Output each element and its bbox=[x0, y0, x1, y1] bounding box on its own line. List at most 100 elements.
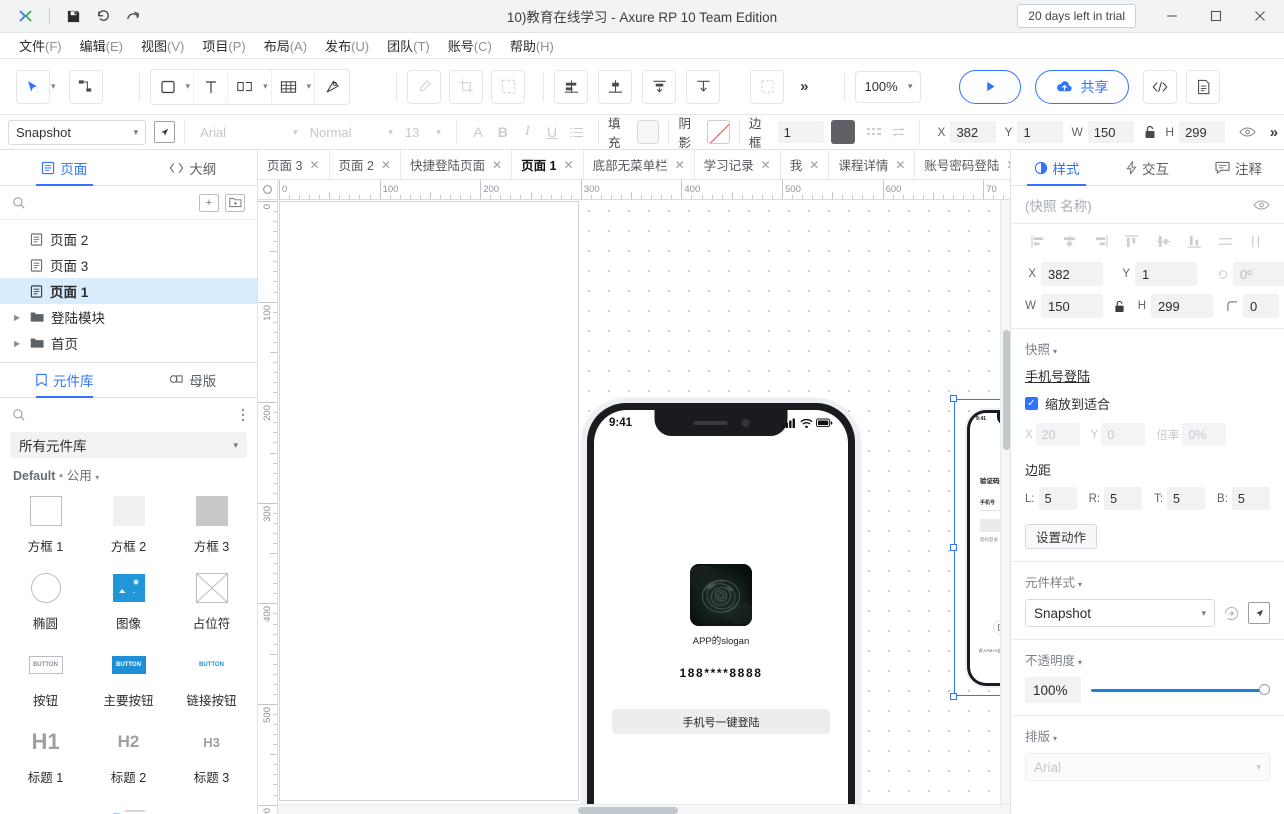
widget-placeholder[interactable]: 占位符 bbox=[170, 567, 253, 636]
undo-icon[interactable] bbox=[89, 4, 117, 28]
tab-masters[interactable]: 母版 bbox=[129, 363, 258, 397]
y-field[interactable]: Y 1 bbox=[1119, 262, 1197, 286]
font-size-select[interactable]: 13 ▾ bbox=[399, 120, 447, 144]
crop-icon[interactable] bbox=[449, 70, 483, 104]
menu-help[interactable]: 帮助(H) bbox=[501, 33, 563, 58]
snapshot-x-input[interactable]: 20 bbox=[1036, 423, 1080, 446]
phone-mockup-large[interactable]: 9:41 bbox=[582, 398, 860, 814]
page-item-2[interactable]: 页面 2 bbox=[0, 226, 257, 252]
select-tool-icon[interactable] bbox=[16, 70, 50, 104]
widget-style-section-title[interactable]: 元件样式▾ bbox=[1025, 572, 1270, 591]
close-icon[interactable]: ✕ bbox=[675, 158, 685, 172]
canvas-tab-me[interactable]: 我✕ bbox=[781, 150, 830, 179]
menu-publish[interactable]: 发布(U) bbox=[316, 33, 378, 58]
library-category[interactable]: Default • 公用 ▾ bbox=[0, 458, 257, 488]
resize-handle-sw[interactable] bbox=[950, 693, 957, 700]
fill-color-swatch[interactable] bbox=[637, 120, 660, 144]
visibility-eye-icon[interactable] bbox=[1235, 120, 1260, 144]
typography-font-select[interactable]: Arial ▾ bbox=[1025, 753, 1270, 781]
canvas-tab-study-record[interactable]: 学习记录✕ bbox=[695, 150, 781, 179]
table-tool-chevron-down-icon[interactable]: ▾ bbox=[307, 81, 312, 92]
widget-label-item[interactable]: Label bbox=[4, 798, 87, 814]
widget-link-button[interactable]: BUTTON 链接按钮 bbox=[170, 644, 253, 713]
align-top-icon[interactable] bbox=[1124, 235, 1139, 248]
w-input[interactable]: 150 bbox=[1088, 121, 1134, 143]
preview-button[interactable] bbox=[959, 70, 1021, 104]
y-input[interactable]: 1 bbox=[1017, 121, 1063, 143]
share-button[interactable]: 共享 bbox=[1035, 70, 1129, 104]
canvas-tab-account-login[interactable]: 账号密码登陆✕ bbox=[915, 150, 1010, 179]
widget-box2[interactable]: 方框 2 bbox=[87, 490, 170, 559]
panel-tool-chevron-down-icon[interactable]: ▾ bbox=[263, 81, 268, 92]
canvas-tab-quick-login[interactable]: 快捷登陆页面✕ bbox=[401, 150, 512, 179]
widget-ellipse[interactable]: 椭圆 bbox=[4, 567, 87, 636]
canvas-vertical-scrollbar[interactable] bbox=[1000, 200, 1010, 814]
border-color-swatch[interactable] bbox=[831, 120, 856, 144]
lock-aspect-icon[interactable] bbox=[1138, 120, 1163, 144]
menu-file[interactable]: 文件(F) bbox=[10, 33, 71, 58]
underline-icon[interactable]: U bbox=[540, 120, 565, 144]
widget-type-select[interactable]: Snapshot ▾ bbox=[8, 120, 146, 145]
align-left-icon[interactable] bbox=[554, 70, 588, 104]
style-picker-icon[interactable] bbox=[154, 121, 175, 143]
rotation-input[interactable]: 0º bbox=[1233, 262, 1284, 286]
close-icon[interactable] bbox=[1238, 0, 1282, 32]
widget-h1[interactable]: H1 标题 1 bbox=[4, 721, 87, 790]
scrollbar-thumb[interactable] bbox=[1003, 330, 1010, 450]
opacity-input[interactable]: 100% bbox=[1025, 677, 1081, 703]
horizontal-ruler[interactable]: 010020030040050060070 bbox=[278, 180, 1010, 200]
resize-handle-nw[interactable] bbox=[950, 395, 957, 402]
close-icon[interactable]: ✕ bbox=[309, 158, 319, 172]
page-folder-login-module[interactable]: ▶ 登陆模块 bbox=[0, 304, 257, 330]
h-input[interactable]: 299 bbox=[1179, 121, 1225, 143]
opacity-section-title[interactable]: 不透明度▾ bbox=[1025, 650, 1270, 669]
x-input[interactable]: 382 bbox=[950, 121, 996, 143]
align-left-icon[interactable] bbox=[1031, 235, 1046, 248]
tab-interaction[interactable]: 交互 bbox=[1102, 150, 1193, 185]
search-icon[interactable] bbox=[12, 408, 26, 422]
widget-box3[interactable]: 方框 3 bbox=[170, 490, 253, 559]
rotation-field[interactable]: 0º bbox=[1217, 262, 1284, 286]
corner-radius-field[interactable]: 0 bbox=[1227, 294, 1279, 318]
tab-widget-library[interactable]: 元件库 bbox=[0, 363, 129, 397]
align-top-icon[interactable] bbox=[686, 70, 720, 104]
expand-triangle-icon[interactable]: ▶ bbox=[14, 313, 23, 322]
search-icon[interactable] bbox=[12, 196, 26, 210]
set-action-button[interactable]: 设置动作 bbox=[1025, 524, 1097, 549]
font-style-select[interactable]: Normal ▾ bbox=[304, 120, 399, 144]
align-middle-icon[interactable] bbox=[1156, 235, 1171, 248]
add-page-icon[interactable]: + bbox=[199, 194, 219, 212]
x-field[interactable]: X 382 bbox=[1025, 262, 1103, 286]
canvas-tab-no-menu-bottom[interactable]: 底部无菜单栏✕ bbox=[584, 150, 695, 179]
border-width-input[interactable]: 1 bbox=[778, 121, 824, 143]
tab-style[interactable]: 样式 bbox=[1011, 150, 1102, 185]
style-picker-icon[interactable] bbox=[1248, 602, 1270, 624]
visibility-eye-icon[interactable] bbox=[1253, 199, 1270, 211]
menu-edit[interactable]: 编辑(E) bbox=[71, 33, 132, 58]
menu-layout[interactable]: 布局(A) bbox=[255, 33, 316, 58]
rectangle-tool-icon[interactable] bbox=[151, 70, 185, 104]
tab-notes[interactable]: 注释 bbox=[1193, 150, 1284, 185]
page-item-3[interactable]: 页面 3 bbox=[0, 252, 257, 278]
table-tool-icon[interactable] bbox=[272, 70, 306, 104]
notes-doc-icon[interactable] bbox=[1186, 70, 1220, 104]
typography-section-title[interactable]: 排版▾ bbox=[1025, 726, 1270, 745]
align-center-horizontal-icon[interactable] bbox=[1062, 235, 1077, 248]
widget-hline[interactable] bbox=[170, 798, 253, 814]
trial-badge[interactable]: 20 days left in trial bbox=[1017, 4, 1136, 28]
w-field[interactable]: W 150 bbox=[1025, 294, 1103, 318]
corner-radius-input[interactable]: 0 bbox=[1243, 294, 1279, 318]
tab-pages[interactable]: 页面 bbox=[0, 150, 129, 185]
toolbar-more-icon[interactable]: » bbox=[794, 78, 814, 95]
axure-logo-icon[interactable] bbox=[12, 4, 40, 28]
margin-top-input[interactable]: 5 bbox=[1167, 487, 1205, 510]
widget-box1[interactable]: 方框 1 bbox=[4, 490, 87, 559]
apply-style-icon[interactable] bbox=[1223, 605, 1240, 622]
vertical-ruler[interactable]: 0100200300400500600 bbox=[258, 200, 278, 814]
close-icon[interactable]: ✕ bbox=[895, 158, 905, 172]
margin-right-input[interactable]: 5 bbox=[1104, 487, 1142, 510]
list-icon[interactable] bbox=[564, 120, 589, 144]
canvas-tab-page3[interactable]: 页面 3✕ bbox=[258, 150, 330, 179]
menu-team[interactable]: 团队(T) bbox=[378, 33, 439, 58]
page-item-1[interactable]: 页面 1 bbox=[0, 278, 257, 304]
